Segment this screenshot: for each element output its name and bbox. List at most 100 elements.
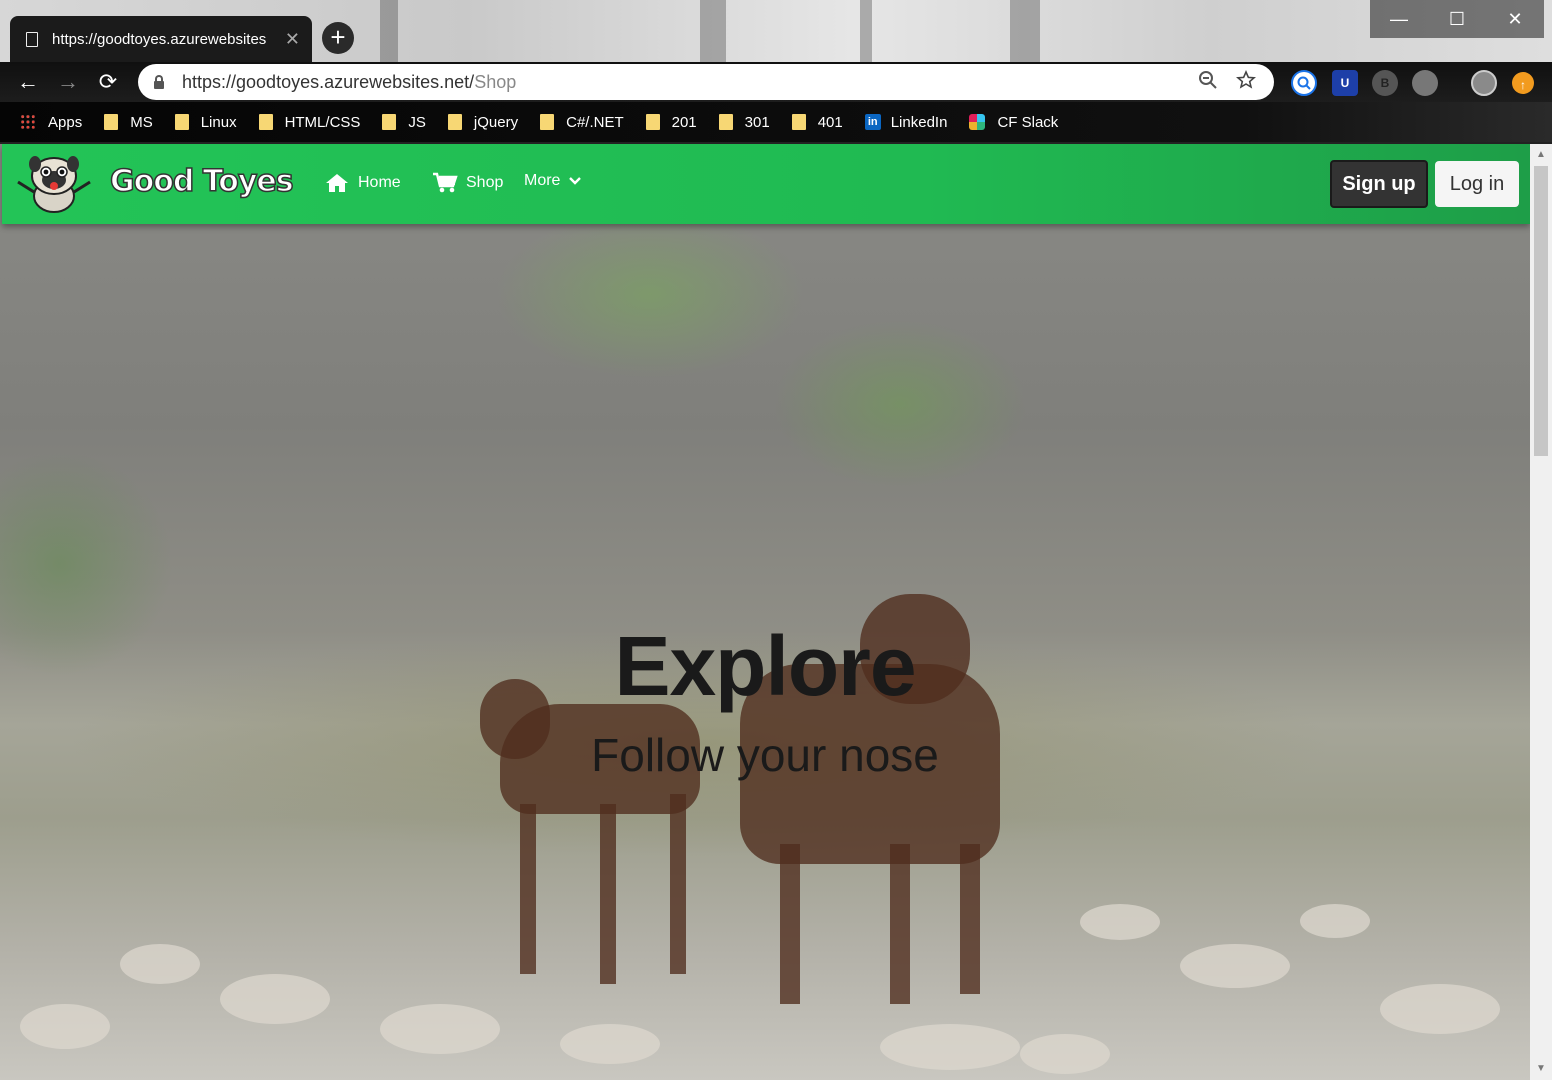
dog-left-leg xyxy=(600,804,616,984)
dog-left-leg xyxy=(670,794,686,974)
scroll-up-arrow[interactable]: ▲ xyxy=(1530,146,1552,164)
extension-b-icon[interactable]: B xyxy=(1372,70,1398,96)
profile-avatar[interactable] xyxy=(1471,70,1497,96)
bookmark-jquery[interactable]: jQuery xyxy=(447,113,519,131)
bookmark-linux[interactable]: Linux xyxy=(174,114,237,131)
scroll-thumb[interactable] xyxy=(1534,166,1548,456)
reload-button[interactable]: ⟳ xyxy=(94,68,122,96)
hero-rock xyxy=(560,1024,660,1064)
extension-face-icon[interactable] xyxy=(1412,70,1438,96)
folder-icon xyxy=(104,114,119,130)
maximize-button[interactable]: ☐ xyxy=(1428,0,1486,38)
browser-tab-strip: https://goodtoyes.azurewebsites ✕ + — ☐ … xyxy=(0,0,1552,62)
hero-rock xyxy=(1380,984,1500,1034)
background-tree xyxy=(1010,0,1040,62)
bookmark-label: MS xyxy=(130,113,153,131)
bookmark-label: LinkedIn xyxy=(890,113,948,131)
hero-rock xyxy=(880,1024,1020,1070)
folder-icon xyxy=(447,114,462,130)
pug-logo-icon[interactable] xyxy=(14,152,94,216)
back-button[interactable]: ← xyxy=(14,68,42,96)
bookmark-label: JS xyxy=(408,113,426,131)
browser-toolbar: ← → ⟳ https://goodtoyes.azurewebsites.ne… xyxy=(0,62,1552,102)
minimize-button[interactable]: — xyxy=(1370,0,1428,38)
bookmark-label: 201 xyxy=(671,113,697,131)
nav-shop[interactable]: Shop xyxy=(432,172,503,194)
hero-section: Explore Follow your nose xyxy=(0,144,1530,1080)
hero-rock xyxy=(1020,1034,1110,1074)
bookmark-401[interactable]: 401 xyxy=(791,113,843,131)
background-tree xyxy=(700,0,726,62)
folder-icon xyxy=(174,114,189,130)
url-path: Shop xyxy=(474,71,517,92)
bookmark-star-icon[interactable] xyxy=(1234,70,1258,94)
folder-icon xyxy=(540,114,555,130)
hero-rock xyxy=(1300,904,1370,938)
folder-icon xyxy=(382,114,397,130)
page-scrollbar[interactable]: ▲ ▼ xyxy=(1530,144,1552,1080)
bookmark-apps[interactable]: Apps xyxy=(20,114,82,131)
bookmark-301[interactable]: 301 xyxy=(718,114,770,131)
bookmark-linkedin[interactable]: in LinkedIn xyxy=(864,113,948,131)
bookmark-label: CF Slack xyxy=(997,113,1059,131)
hero-rock xyxy=(120,944,200,984)
lock-icon xyxy=(154,74,164,89)
extension-u-icon[interactable]: U xyxy=(1332,70,1358,96)
background-tree xyxy=(380,0,398,62)
bookmark-201[interactable]: 201 xyxy=(645,113,697,131)
window-close-button[interactable]: ✕ xyxy=(1486,0,1544,38)
dog-right-leg xyxy=(780,844,800,1004)
bookmark-label: Apps xyxy=(48,113,83,131)
bookmark-label: 401 xyxy=(817,113,843,131)
bookmark-label: HTML/CSS xyxy=(284,113,361,131)
page-viewport: Explore Follow your nose Good Toyes Home… xyxy=(0,144,1552,1080)
folder-icon xyxy=(791,114,806,130)
hero-subtitle: Follow your nose xyxy=(591,729,939,781)
hero-rock xyxy=(20,1004,110,1049)
home-icon xyxy=(326,174,348,192)
hero-rock xyxy=(380,1004,500,1054)
signup-button[interactable]: Sign up xyxy=(1330,160,1428,208)
hero-title: Explore xyxy=(614,619,916,713)
url-host: https://goodtoyes.azurewebsites.net/ xyxy=(182,71,475,92)
login-button[interactable]: Log in xyxy=(1435,161,1519,207)
address-bar[interactable]: https://goodtoyes.azurewebsites.net/Shop xyxy=(138,64,1274,100)
folder-icon xyxy=(718,114,733,130)
folder-icon xyxy=(258,114,273,130)
update-icon[interactable]: ↑ xyxy=(1512,72,1534,94)
tab-close-icon[interactable]: ✕ xyxy=(285,29,300,50)
window-controls: — ☐ ✕ xyxy=(1370,0,1544,38)
url-text: https://goodtoyes.azurewebsites.net/Shop xyxy=(182,72,1182,93)
nav-more-dropdown[interactable]: More xyxy=(524,172,582,190)
cart-icon xyxy=(433,172,458,193)
dog-right-leg xyxy=(960,844,980,994)
bookmark-js[interactable]: JS xyxy=(382,114,426,131)
brand-logo[interactable]: Good Toyes xyxy=(109,163,294,200)
browser-tab-active[interactable]: https://goodtoyes.azurewebsites ✕ xyxy=(10,16,312,62)
tab-title: https://goodtoyes.azurewebsites xyxy=(52,30,267,48)
nav-home-label: Home xyxy=(358,174,401,191)
bookmarks-bar: Apps MS Linux HTML/CSS JS jQuery C#/.NET… xyxy=(0,102,1552,142)
bookmark-ms[interactable]: MS xyxy=(104,114,153,131)
hero-rock xyxy=(1080,904,1160,940)
nav-home[interactable]: Home xyxy=(324,172,401,194)
forward-button[interactable]: → xyxy=(54,68,82,96)
linkedin-icon: in xyxy=(864,114,881,130)
dog-left-leg xyxy=(520,804,536,974)
bookmark-cf-slack[interactable]: CF Slack xyxy=(969,114,1058,131)
new-tab-button[interactable]: + xyxy=(322,22,354,54)
hero-rock xyxy=(220,974,330,1024)
slack-icon xyxy=(969,114,986,130)
extension-search-icon[interactable] xyxy=(1291,70,1317,96)
bookmark-html-css[interactable]: HTML/CSS xyxy=(258,113,361,131)
dog-right-leg xyxy=(890,844,910,1004)
chevron-down-icon xyxy=(569,177,582,185)
folder-icon xyxy=(645,114,660,130)
bookmark-label: jQuery xyxy=(473,113,519,131)
bookmark-csharp-net[interactable]: C#/.NET xyxy=(540,114,624,131)
zoom-out-icon[interactable] xyxy=(1196,70,1220,94)
scroll-down-arrow[interactable]: ▼ xyxy=(1530,1060,1552,1078)
bookmark-label: C#/.NET xyxy=(566,113,624,131)
hero-rock xyxy=(1180,944,1290,988)
nav-shop-label: Shop xyxy=(466,174,504,191)
